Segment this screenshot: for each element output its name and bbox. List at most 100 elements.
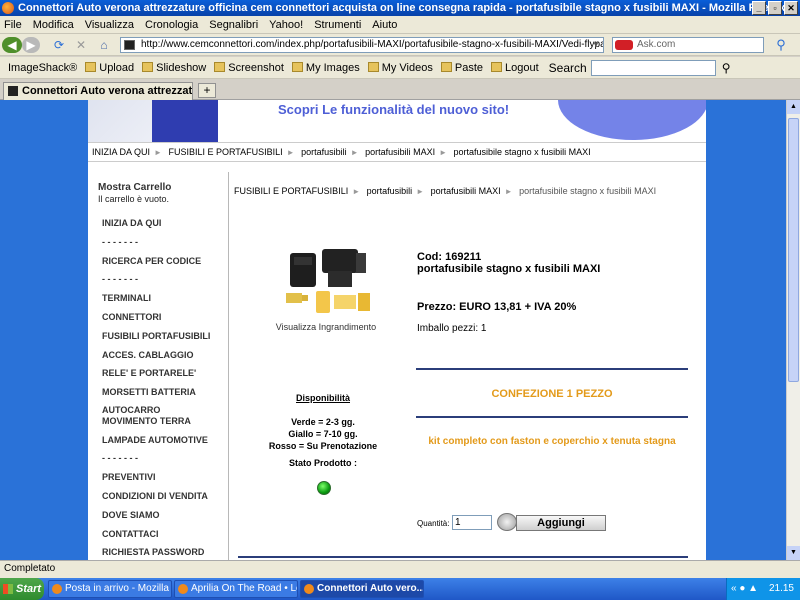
toolbar-search-input[interactable] [590,59,716,76]
breadcrumb-portafusibili[interactable]: portafusibili [301,147,347,157]
cart-status: Il carrello è vuoto. [98,194,170,204]
bookmark-logout[interactable]: Logout [491,61,539,74]
close-button[interactable]: ✕ [784,1,798,15]
sidebar-item-rele[interactable]: RELE' E PORTARELE' [102,368,217,379]
menu-aiuto[interactable]: Aiuto [372,19,397,31]
product-status-label: Stato Prodotto : [289,458,357,468]
forward-button[interactable]: ▶ [22,37,40,53]
sidebar-item-autocarro[interactable]: AUTOCARRO MOVIMENTO TERRA [102,405,197,427]
availability-red: Rosso = Su Prenotazione [268,441,378,451]
site-favicon [124,40,135,50]
breadcrumb-fusibili[interactable]: FUSIBILI E PORTAFUSIBILI [168,147,282,157]
breadcrumb-maxi[interactable]: portafusibili MAXI [365,147,435,157]
sidebar-item-connettori[interactable]: CONNETTORI [102,312,217,323]
menu-yahoo[interactable]: Yahoo! [269,19,303,31]
quantity-input[interactable]: 1 [452,515,492,530]
bookmark-my-videos[interactable]: My Videos [367,61,433,74]
sidebar-item-password[interactable]: RICHIESTA PASSWORD [102,547,217,558]
breadcrumb-home[interactable]: INIZIA DA QUI [92,147,150,157]
sidebar-divider [228,172,229,560]
sidebar-item-morsetti[interactable]: MORSETTI BATTERIA [102,387,217,398]
navigation-toolbar: ◀ ▶ ⟳ ✕ ⌂ http://www.cemconnettori.com/i… [0,34,800,56]
banner-left-art [88,100,218,142]
firefox-icon [2,2,14,14]
sidebar-item-dove-siamo[interactable]: DOVE SIAMO [102,510,217,521]
logout-icon [491,61,502,72]
tab-favicon [8,86,18,96]
menu-segnalibri[interactable]: Segnalibri [209,19,258,31]
back-button[interactable]: ◀ [2,37,22,53]
bookmark-upload[interactable]: Upload [85,61,134,74]
menu-file[interactable]: File [4,19,22,31]
sidebar-item-cablaggio[interactable]: ACCES. CABLAGGIO [102,350,217,361]
crumb-portafusibili[interactable]: portafusibili [367,186,413,196]
restore-button[interactable]: ▫ [768,1,782,15]
sidebar-item-preventivi[interactable]: PREVENTIVI [102,472,217,483]
bookmark-paste[interactable]: Paste [440,61,483,74]
task-thunderbird[interactable]: Posta in arrivo - Mozilla T... [48,580,172,598]
home-icon[interactable]: ⌂ [96,37,112,53]
sidebar-item-contattaci[interactable]: CONTATTACI [102,529,217,540]
search-engine-icon[interactable]: ⚲ [770,37,792,53]
slideshow-icon [142,61,154,72]
add-to-cart-button[interactable]: Aggiungi [516,515,606,531]
status-bar: Completato [0,560,800,578]
upload-icon [85,61,97,72]
availability-legend: Disponibilità Verde = 2-3 gg. Giallo = 7… [258,392,388,452]
scroll-thumb[interactable] [788,118,799,382]
new-tab-button[interactable]: + [198,83,216,98]
toolbar-search-icon[interactable]: ⚲ [722,61,731,75]
menu-cronologia[interactable]: Cronologia [145,19,198,31]
page-content: Scopri Le funzionalità del nuovo sito! I… [88,100,706,560]
tray-network-icon[interactable]: « ● ▲ [731,578,758,600]
divider-line [416,368,688,370]
product-description: kit completo con faston e coperchio x te… [428,436,676,447]
task-aprilia[interactable]: Aprilia On The Road • Le... [174,580,298,598]
bookmark-my-images[interactable]: My Images [291,61,360,74]
cart-add-icon[interactable] [497,513,517,531]
bookmark-screenshot[interactable]: Screenshot [214,61,284,74]
stop-icon[interactable]: ✕ [74,37,88,53]
ask-engine-icon[interactable] [615,40,633,50]
scroll-down-arrow[interactable]: ▼ [787,546,800,560]
tab-bar: Connettori Auto verona attrezzatur... + [0,80,800,100]
bookmark-imageshack[interactable]: ImageShack® [8,62,77,74]
minimize-button[interactable]: _ [752,1,766,15]
search-placeholder: Ask.com [637,39,676,50]
show-cart-link[interactable]: Mostra Carrello [98,182,218,193]
availability-yellow: Giallo = 7-10 gg. [288,429,358,439]
product-image[interactable] [272,245,374,320]
vertical-scrollbar[interactable]: ▲ ▼ [786,100,800,560]
product-breadcrumb: FUSIBILI E PORTAFUSIBILI ► portafusibili ►… [234,186,657,196]
tab-active[interactable]: Connettori Auto verona attrezzatur... [3,82,193,100]
menu-strumenti[interactable]: Strumenti [314,19,361,31]
banner-text[interactable]: Scopri Le funzionalità del nuovo sito! [278,102,509,117]
crumb-maxi[interactable]: portafusibili MAXI [431,186,501,196]
enlarge-image-link[interactable]: Visualizza Ingrandimento [266,322,386,332]
product-code: Cod: 169211 [417,251,482,263]
sidebar-separator: - - - - - - - [102,274,138,284]
task-connettori[interactable]: Connettori Auto vero... [300,580,424,598]
reload-icon[interactable]: ⟳ [52,37,66,53]
windows-taskbar: Start Posta in arrivo - Mozilla T... Apr… [0,578,800,600]
menu-visualizza[interactable]: Visualizza [85,19,134,31]
menu-modifica[interactable]: Modifica [33,19,74,31]
url-bar[interactable]: http://www.cemconnettori.com/index.php/p… [120,37,604,53]
scroll-up-arrow[interactable]: ▲ [787,100,800,114]
sidebar-item-lampade[interactable]: LAMPADE AUTOMOTIVE [102,435,217,446]
bookmark-slideshow[interactable]: Slideshow [142,61,206,74]
toolbar-search-label: Search [548,60,587,75]
search-input[interactable]: Ask.com [612,37,764,53]
crumb-fusibili[interactable]: FUSIBILI E PORTAFUSIBILI [234,186,348,196]
breadcrumb-current[interactable]: portafusibile stagno x fusibili MAXI [454,147,591,157]
sidebar-item-condizioni[interactable]: CONDIZIONI DI VENDITA [102,491,217,502]
sidebar-item-home[interactable]: INIZIA DA QUI [102,218,217,229]
sidebar-item-ricerca-codice[interactable]: RICERCA PER CODICE [102,256,217,267]
sidebar-item-terminali[interactable]: TERMINALI [102,293,217,304]
sidebar-item-fusibili[interactable]: FUSIBILI PORTAFUSIBILI [102,331,217,342]
site-banner: Scopri Le funzionalità del nuovo sito! [88,100,706,142]
start-button[interactable]: Start [0,578,44,600]
system-tray: « ● ▲ 21.15 [726,578,800,600]
url-dropdown-icon[interactable]: ▼ [590,37,602,53]
bookmarks-toolbar: ImageShack® Upload Slideshow Screenshot … [0,57,800,79]
